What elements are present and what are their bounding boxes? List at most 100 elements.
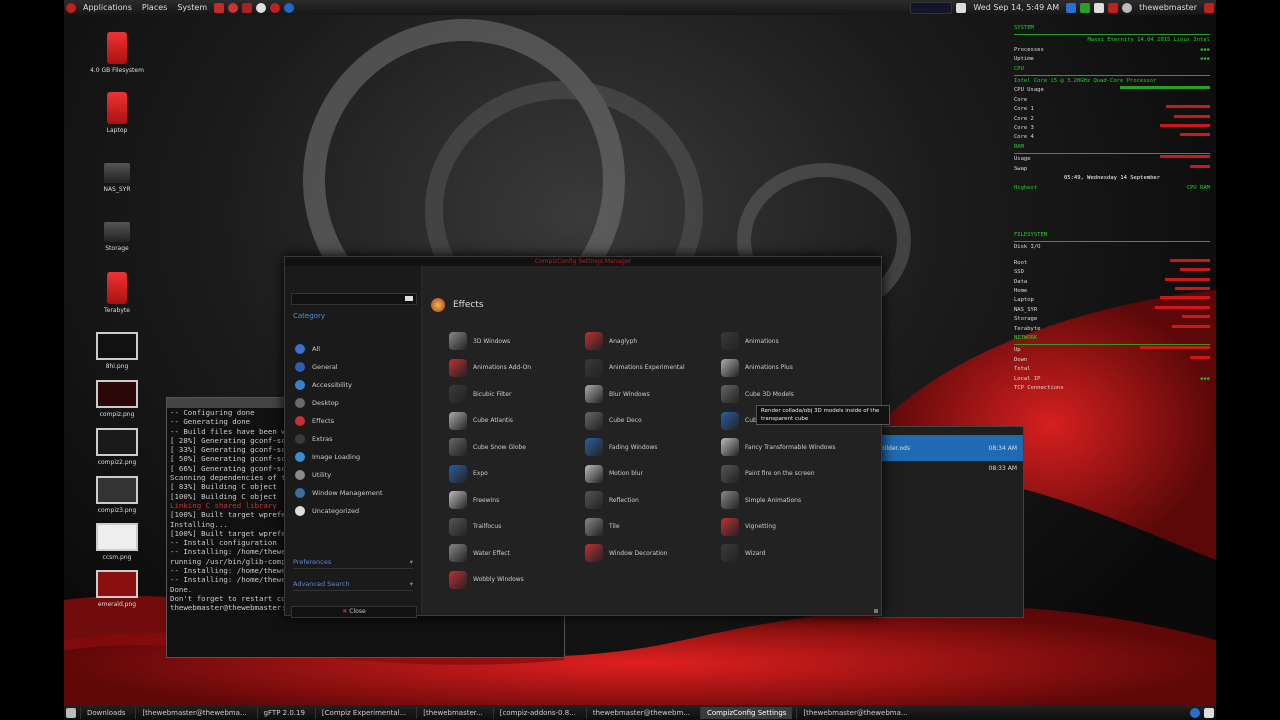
taskbar-item[interactable]: thewebmaster@thewebm... bbox=[585, 706, 696, 719]
plugin-item[interactable]: Motion blur bbox=[585, 464, 715, 484]
category-item[interactable]: Accessibility bbox=[295, 378, 352, 392]
plugin-item[interactable]: Animations bbox=[721, 331, 851, 351]
launcher-icon[interactable] bbox=[228, 2, 239, 13]
clear-filter-icon[interactable] bbox=[405, 296, 413, 301]
divider bbox=[1014, 344, 1210, 346]
desktop-icon-nas[interactable]: NAS_SYR bbox=[82, 157, 152, 193]
desktop-icon-image[interactable]: compiz2.png bbox=[82, 428, 152, 466]
desktop-icon-image[interactable]: ccsm.png bbox=[82, 523, 152, 561]
image-thumbnail-icon bbox=[96, 332, 138, 360]
volume-icon[interactable] bbox=[1094, 2, 1105, 13]
desktop-icon-storage[interactable]: Storage bbox=[82, 216, 152, 252]
plugin-item[interactable]: Fading Windows bbox=[585, 437, 715, 457]
desktop-icon-image[interactable]: 8hi.png bbox=[82, 332, 152, 370]
launcher-icon[interactable] bbox=[270, 2, 281, 13]
conky-label: Data bbox=[1014, 278, 1028, 285]
conky-mount-row: Data bbox=[1014, 277, 1210, 287]
category-item[interactable]: All bbox=[295, 342, 320, 356]
drive-icon bbox=[104, 222, 130, 242]
plugin-item[interactable]: Trailfocus bbox=[449, 517, 579, 537]
clock[interactable]: Wed Sep 14, 5:49 AM bbox=[968, 3, 1064, 12]
category-item[interactable]: Desktop bbox=[295, 396, 339, 410]
launcher-icon[interactable] bbox=[214, 2, 225, 13]
plugin-item[interactable]: Cube Atlantis bbox=[449, 411, 579, 431]
plugin-label: Wizard bbox=[745, 549, 766, 557]
category-item[interactable]: Uncategorized bbox=[295, 504, 359, 518]
plugin-item[interactable]: Expo bbox=[449, 464, 579, 484]
close-button[interactable]: ✖ Close bbox=[291, 606, 417, 618]
plugin-item[interactable]: Anaglyph bbox=[585, 331, 715, 351]
plugin-item[interactable]: Fancy Transformable Windows bbox=[721, 437, 851, 457]
category-item[interactable]: Extras bbox=[295, 432, 333, 446]
taskbar-item[interactable]: Downloads bbox=[80, 706, 131, 719]
conky-label: CPU Usage bbox=[1014, 87, 1044, 94]
plugin-item[interactable]: 3D Windows bbox=[449, 331, 579, 351]
taskbar-item[interactable]: [thewebmaster@thewebma... bbox=[135, 706, 252, 719]
taskbar-item[interactable]: [thewebmaster@thewebma... bbox=[796, 706, 913, 719]
taskbar-item[interactable]: gFTP 2.0.19 bbox=[256, 706, 311, 719]
power-icon[interactable] bbox=[1204, 2, 1214, 13]
distro-logo-icon[interactable] bbox=[66, 2, 76, 13]
plugin-item[interactable]: Blur Windows bbox=[585, 384, 715, 404]
conky-core-row: Core 3 bbox=[1014, 124, 1210, 133]
resize-grip[interactable] bbox=[874, 609, 878, 613]
desktop-icon-laptop[interactable]: Laptop bbox=[82, 92, 152, 134]
plugin-item[interactable]: Animations Add-On bbox=[449, 358, 579, 378]
cloud-icon[interactable] bbox=[1190, 707, 1200, 718]
taskbar-item[interactable]: CompizConfig Settings bbox=[699, 706, 793, 719]
taskbar-item[interactable]: [compiz-addons-0.8... bbox=[492, 706, 582, 719]
launcher-icon[interactable] bbox=[284, 2, 295, 13]
plugin-item[interactable]: Tile bbox=[585, 517, 715, 537]
plugin-item[interactable]: Vignetting bbox=[721, 517, 851, 537]
plugin-item[interactable]: Freewins bbox=[449, 490, 579, 510]
taskbar-item[interactable]: [thewebmaster... bbox=[416, 706, 488, 719]
network-icon[interactable] bbox=[1066, 2, 1077, 13]
show-desktop-icon[interactable] bbox=[66, 707, 76, 718]
menu-places[interactable]: Places bbox=[137, 3, 172, 12]
mail-icon[interactable] bbox=[1108, 2, 1119, 13]
desktop-icon-image[interactable]: compiz.png bbox=[82, 380, 152, 418]
category-item[interactable]: Window Management bbox=[295, 486, 383, 500]
plugin-icon bbox=[449, 358, 467, 377]
launcher-icon[interactable] bbox=[242, 2, 253, 13]
desktop-icon-image[interactable]: emerald.png bbox=[82, 570, 152, 608]
file-list-window[interactable]: bilder.ods 08:34 AM 08:33 AM bbox=[874, 426, 1024, 618]
taskbar-item[interactable]: [Compiz Experimental... bbox=[314, 706, 412, 719]
desktop-icon-terabyte[interactable]: Terabyte bbox=[82, 272, 152, 314]
plugin-item[interactable]: Animations Plus bbox=[721, 358, 851, 378]
list-item[interactable]: 08:33 AM bbox=[875, 461, 1023, 475]
launcher-icon[interactable] bbox=[256, 2, 267, 13]
menu-applications[interactable]: Applications bbox=[78, 3, 137, 12]
plugin-item[interactable]: Wizard bbox=[721, 543, 851, 563]
desktop-icon-image[interactable]: compiz3.png bbox=[82, 476, 152, 514]
category-item[interactable]: Utility bbox=[295, 468, 331, 482]
plugin-item[interactable]: Reflection bbox=[585, 490, 715, 510]
list-item-selected[interactable]: bilder.ods 08:34 AM bbox=[875, 435, 1023, 461]
plugin-item[interactable]: Water Effect bbox=[449, 543, 579, 563]
ccsm-window[interactable]: CompizConfig Settings Manager Category A… bbox=[284, 256, 882, 618]
filter-input[interactable] bbox=[291, 293, 417, 305]
desktop-icon-filesystem[interactable]: 4.0 GB Filesystem bbox=[82, 32, 152, 74]
conky-net-row: TCP Connections bbox=[1014, 384, 1210, 393]
plugin-item[interactable]: Window Decoration bbox=[585, 543, 715, 563]
category-item[interactable]: Image Loading bbox=[295, 450, 360, 464]
user-name[interactable]: thewebmaster bbox=[1134, 3, 1202, 12]
conky-filesystem-title: FILESYSTEM bbox=[1014, 231, 1048, 238]
update-icon[interactable] bbox=[1080, 2, 1091, 13]
plugin-item[interactable]: Animations Experimental bbox=[585, 358, 715, 378]
preferences-expander[interactable]: Preferences ▾ bbox=[293, 558, 413, 569]
plugin-item[interactable]: Simple Animations bbox=[721, 490, 851, 510]
plugin-item[interactable]: Wobbly Windows bbox=[449, 570, 579, 590]
workspace-switcher-icon[interactable] bbox=[1204, 707, 1214, 718]
plugin-item[interactable]: Bicubic Filter bbox=[449, 384, 579, 404]
plugin-item[interactable]: Cube 3D Models bbox=[721, 384, 851, 404]
plugin-item[interactable]: Cube Deco bbox=[585, 411, 715, 431]
category-item[interactable]: General bbox=[295, 360, 338, 374]
menu-system[interactable]: System bbox=[172, 3, 212, 12]
plugin-item[interactable]: Paint fire on the screen bbox=[721, 464, 851, 484]
advanced-search-expander[interactable]: Advanced Search ▾ bbox=[293, 580, 413, 591]
plugin-item[interactable]: Cube Snow Globe bbox=[449, 437, 579, 457]
category-item[interactable]: Effects bbox=[295, 414, 334, 428]
ccsm-titlebar[interactable]: CompizConfig Settings Manager bbox=[285, 257, 881, 266]
conky-process-list bbox=[1014, 193, 1210, 231]
